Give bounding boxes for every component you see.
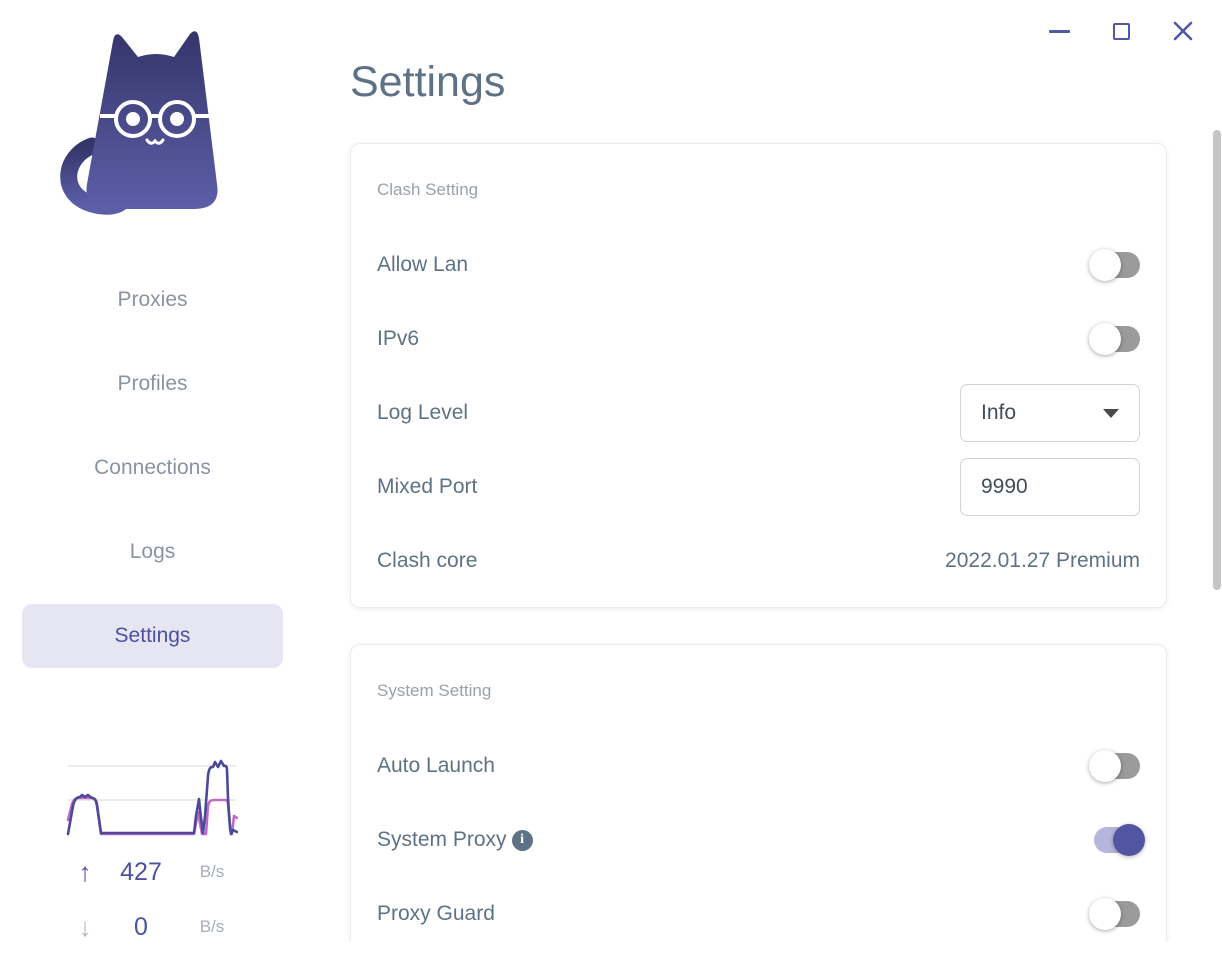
mixed-port-input[interactable] [960, 458, 1140, 516]
sidebar-item-settings[interactable]: Settings [22, 604, 283, 668]
sidebar-item-label: Profiles [117, 372, 188, 395]
download-speed-value: 0 [134, 913, 148, 941]
proxy-guard-label: Proxy Guard [377, 902, 495, 925]
allow-lan-toggle[interactable] [1089, 249, 1140, 281]
maximize-icon[interactable] [1110, 18, 1132, 44]
section-label: Clash Setting [377, 180, 479, 199]
system-setting-card: System Setting Auto Launch System Proxy … [350, 644, 1167, 956]
toggle-knob [1089, 249, 1121, 281]
toggle-knob [1113, 824, 1145, 856]
ipv6-row: IPv6 [377, 302, 1140, 376]
sidebar-item-profiles[interactable]: Profiles [22, 352, 283, 416]
toggle-knob [1089, 750, 1121, 782]
allow-lan-row: Allow Lan [377, 228, 1140, 302]
clash-core-label: Clash core [377, 549, 478, 572]
log-level-row: Log Level Info [377, 376, 1140, 450]
page-title: Settings [350, 58, 506, 106]
sidebar-item-label: Settings [114, 624, 191, 647]
download-line [66, 796, 238, 836]
sidebar-item-label: Proxies [117, 288, 188, 311]
up-arrow-icon: ↑ [78, 857, 92, 887]
upload-speed-unit: B/s [199, 862, 225, 881]
clash-cat-logo [60, 31, 218, 215]
clash-setting-card: Clash Setting Allow Lan IPv6 Log Level I… [350, 143, 1167, 608]
app-window: Proxies Profiles Connections Logs Settin… [0, 0, 1222, 956]
chevron-down-icon [1103, 408, 1119, 418]
toggle-knob [1089, 898, 1121, 930]
toggle-knob [1089, 323, 1121, 355]
mixed-port-label: Mixed Port [377, 475, 478, 498]
system-proxy-label: System Proxy [377, 828, 533, 852]
download-speed-row: ↓ 0 B/s [68, 910, 278, 944]
upload-line [66, 759, 238, 836]
sidebar: Proxies Profiles Connections Logs Settin… [0, 0, 340, 956]
log-level-select[interactable]: Info [960, 384, 1140, 442]
ipv6-label: IPv6 [377, 327, 420, 350]
minimize-icon[interactable] [1048, 18, 1070, 44]
sidebar-item-label: Logs [129, 540, 176, 563]
ipv6-toggle[interactable] [1089, 323, 1140, 355]
info-icon[interactable] [511, 829, 533, 851]
sidebar-item-logs[interactable]: Logs [22, 520, 283, 584]
proxy-guard-toggle[interactable] [1089, 898, 1140, 930]
window-controls [1048, 18, 1194, 44]
auto-launch-toggle[interactable] [1089, 750, 1140, 782]
download-speed-unit: B/s [199, 917, 225, 936]
system-proxy-label-text: System Proxy [377, 828, 507, 851]
bottom-mask [0, 941, 1222, 956]
upload-speed-value: 427 [120, 858, 162, 886]
upload-speed-row: ↑ 427 B/s [68, 855, 278, 889]
system-proxy-row: System Proxy [377, 803, 1145, 877]
mixed-port-row: Mixed Port [377, 450, 1140, 524]
scrollbar-thumb[interactable] [1213, 130, 1221, 590]
auto-launch-row: Auto Launch [377, 729, 1140, 803]
close-icon[interactable] [1172, 18, 1194, 44]
sidebar-item-label: Connections [94, 456, 211, 479]
auto-launch-label: Auto Launch [377, 754, 495, 777]
sidebar-item-connections[interactable]: Connections [22, 436, 283, 500]
proxy-guard-row: Proxy Guard [377, 877, 1140, 951]
section-label: System Setting [377, 681, 492, 700]
down-arrow-icon: ↓ [78, 912, 92, 942]
traffic-graph [66, 759, 238, 836]
system-proxy-toggle[interactable] [1094, 824, 1145, 856]
log-level-label: Log Level [377, 401, 469, 424]
clash-core-version: 2022.01.27 Premium [945, 549, 1140, 572]
clash-core-row: Clash core 2022.01.27 Premium [377, 524, 1140, 598]
sidebar-nav: Proxies Profiles Connections Logs Settin… [22, 268, 283, 688]
allow-lan-label: Allow Lan [377, 253, 469, 276]
log-level-selected-value: Info [981, 401, 1017, 424]
sidebar-item-proxies[interactable]: Proxies [22, 268, 283, 332]
